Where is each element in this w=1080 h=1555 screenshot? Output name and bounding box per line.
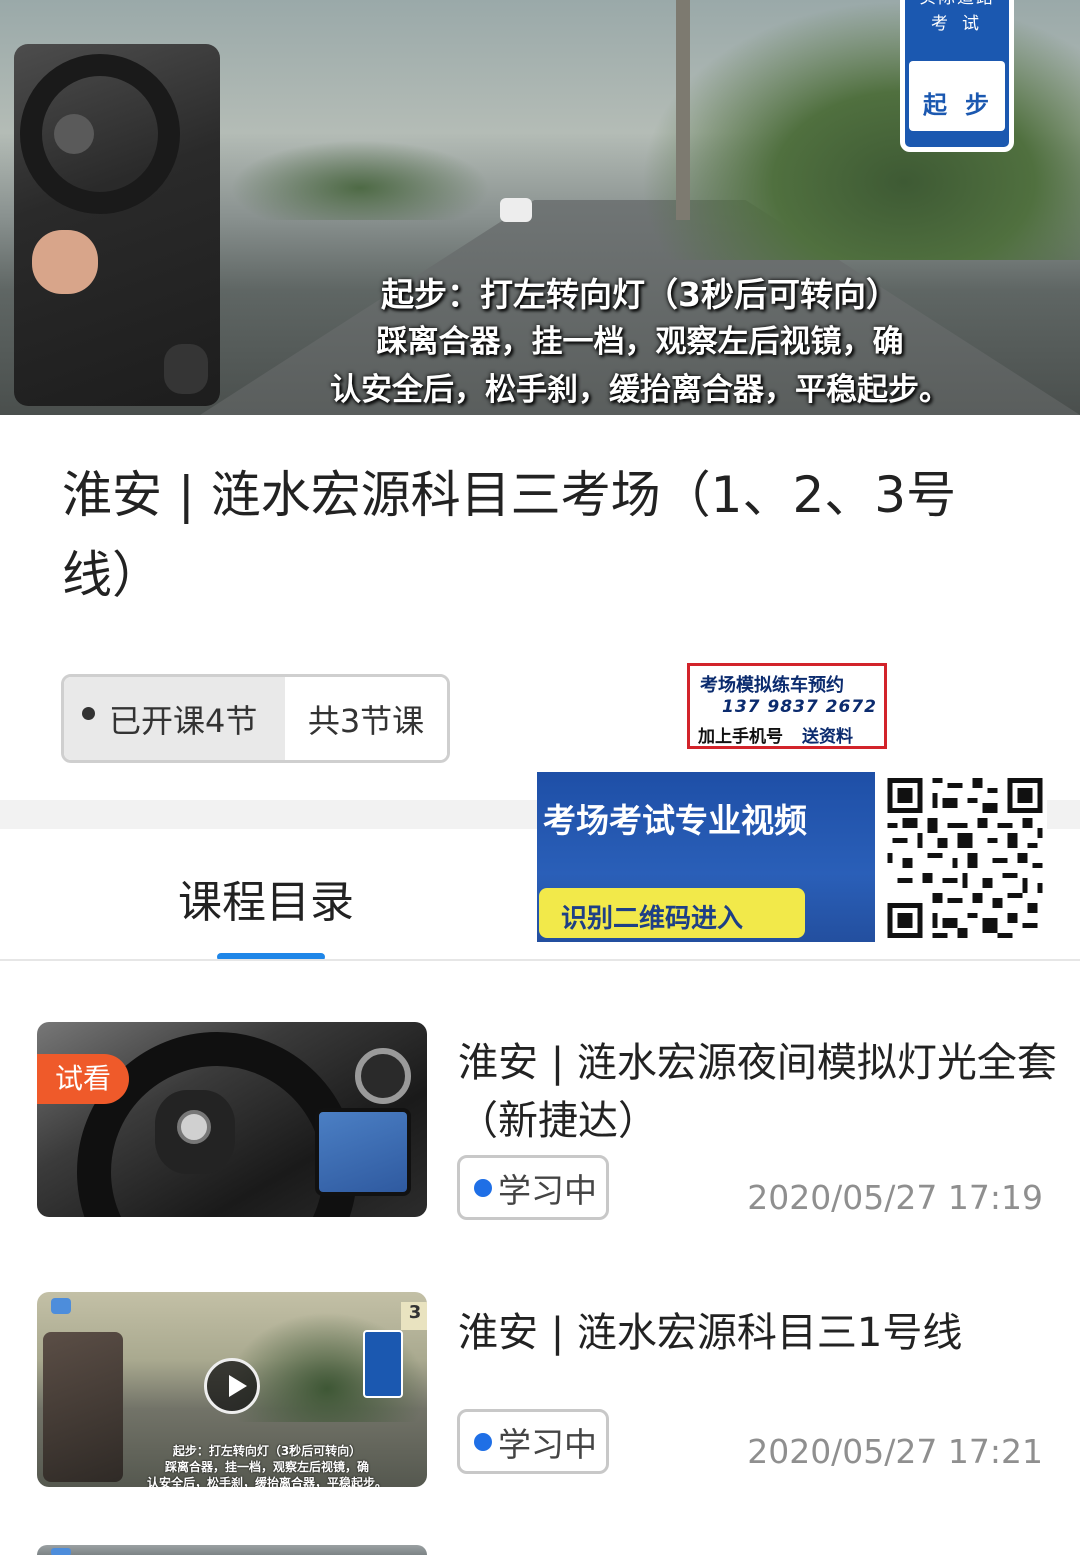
video-subtitle-line2: 踩离合器，挂一档，观察左后视镜，确 xyxy=(376,324,904,360)
sign-line3: 起步 xyxy=(923,91,1007,119)
total-lessons-label: 共3节课 xyxy=(285,677,447,760)
course-title: 淮安 | 涟水宏源科目三考场（1、2、3号线） xyxy=(62,466,957,604)
booking-ad-gift: 送资料 xyxy=(802,727,853,747)
trial-badge: 试看 xyxy=(37,1054,129,1104)
booking-ad-title: 考场模拟练车预约 xyxy=(700,675,844,696)
cloud-icon xyxy=(51,1548,71,1555)
dashboard-screen xyxy=(315,1108,411,1196)
opened-lessons: 已开课4节 xyxy=(64,677,285,760)
bullet-dot-icon xyxy=(82,707,95,720)
air-vent xyxy=(355,1048,411,1104)
lesson-title[interactable]: 淮安 | 涟水宏源夜间模拟灯光全套（新捷达） xyxy=(458,1034,1058,1150)
qr-code-icon[interactable] xyxy=(887,778,1043,938)
list-item[interactable]: 试看 淮安 | 涟水宏源夜间模拟灯光全套（新捷达） 学习中 2020/05/27… xyxy=(0,1022,1080,1222)
steering-wheel xyxy=(20,54,180,214)
qr-video-ad[interactable]: 考场考试专业视频 识别二维码进入 xyxy=(537,772,1047,942)
driver-camera-inset xyxy=(43,1332,123,1482)
tab-underline xyxy=(0,959,1080,961)
utility-pole xyxy=(676,0,690,220)
course-video-player[interactable]: 实际道路 考试 起步 起步：打左转向灯（3秒后可转向） 踩离合器，挂一档，观察左… xyxy=(0,0,1080,415)
tab-course-catalog[interactable]: 课程目录 xyxy=(178,866,354,930)
status-badge: 学习中 xyxy=(457,1409,609,1474)
scan-qr-button[interactable]: 识别二维码进入 xyxy=(539,888,805,938)
sign-line2: 考试 xyxy=(931,14,993,34)
scan-qr-label: 识别二维码进入 xyxy=(561,904,744,934)
lesson-date: 2020/05/27 17:19 xyxy=(747,1178,1043,1217)
wheel-hub xyxy=(54,114,94,154)
car-logo xyxy=(177,1110,211,1144)
lesson-count-pill: 已开课4节 共3节课 xyxy=(61,674,450,763)
cloud-icon xyxy=(51,1298,71,1314)
list-item[interactable]: 3 起步：打左转向灯（3秒后可转向） 踩离合器，挂一档，观察左后视镜，确 认安全… xyxy=(0,1292,1080,1492)
video-subtitle-line3: 认安全后，松手刹，缓抬离合器，平稳起步。 xyxy=(330,372,950,408)
status-label: 学习中 xyxy=(498,1170,597,1210)
booking-ad-phone: 137 9837 2672 xyxy=(722,697,877,717)
play-triangle xyxy=(229,1375,247,1397)
lesson-date: 2020/05/27 17:21 xyxy=(747,1432,1043,1471)
opened-lessons-label: 已开课4节 xyxy=(109,701,258,740)
thumb-subtitle-line1: 起步：打左转向灯（3秒后可转向） xyxy=(172,1444,362,1458)
booking-ad-note: 加上手机号 xyxy=(698,727,783,747)
ad-headline: 考场考试专业视频 xyxy=(543,801,807,840)
driver-camera-inset xyxy=(14,44,220,406)
thumb-subtitle-line2: 踩离合器，挂一档，观察左后视镜，确 xyxy=(164,1460,369,1474)
status-label: 学习中 xyxy=(498,1424,597,1464)
status-badge: 学习中 xyxy=(457,1155,609,1220)
lesson-thumbnail[interactable]: 试看 xyxy=(37,1022,427,1217)
play-icon[interactable] xyxy=(204,1358,260,1414)
corner-label: 3 xyxy=(401,1302,427,1330)
lesson-thumbnail[interactable]: 3 起步：打左转向灯（3秒后可转向） 踩离合器，挂一档，观察左后视镜，确 认安全… xyxy=(37,1292,427,1487)
exam-road-sign xyxy=(363,1330,403,1398)
status-dot-icon xyxy=(474,1178,492,1197)
lesson-title[interactable]: 淮安 | 涟水宏源科目三1号线 xyxy=(458,1304,1058,1362)
sign-line1: 实际道路 xyxy=(905,0,1009,8)
status-dot-icon xyxy=(474,1432,492,1451)
exam-road-sign: 实际道路 考试 起步 xyxy=(900,0,1014,152)
driver-hand xyxy=(32,230,98,294)
distant-car xyxy=(500,198,532,222)
lesson-thumbnail-partial[interactable] xyxy=(37,1545,427,1555)
video-subtitle-line1: 起步：打左转向灯（3秒后可转向） xyxy=(381,275,899,314)
booking-ad[interactable]: 考场模拟练车预约 137 9837 2672 加上手机号 送资料 xyxy=(687,663,887,749)
thumb-subtitle-line3: 认安全后，松手刹，缓抬离合器，平稳起步。 xyxy=(146,1476,387,1487)
background-trees xyxy=(230,140,490,220)
roadside-trees xyxy=(640,0,1080,260)
